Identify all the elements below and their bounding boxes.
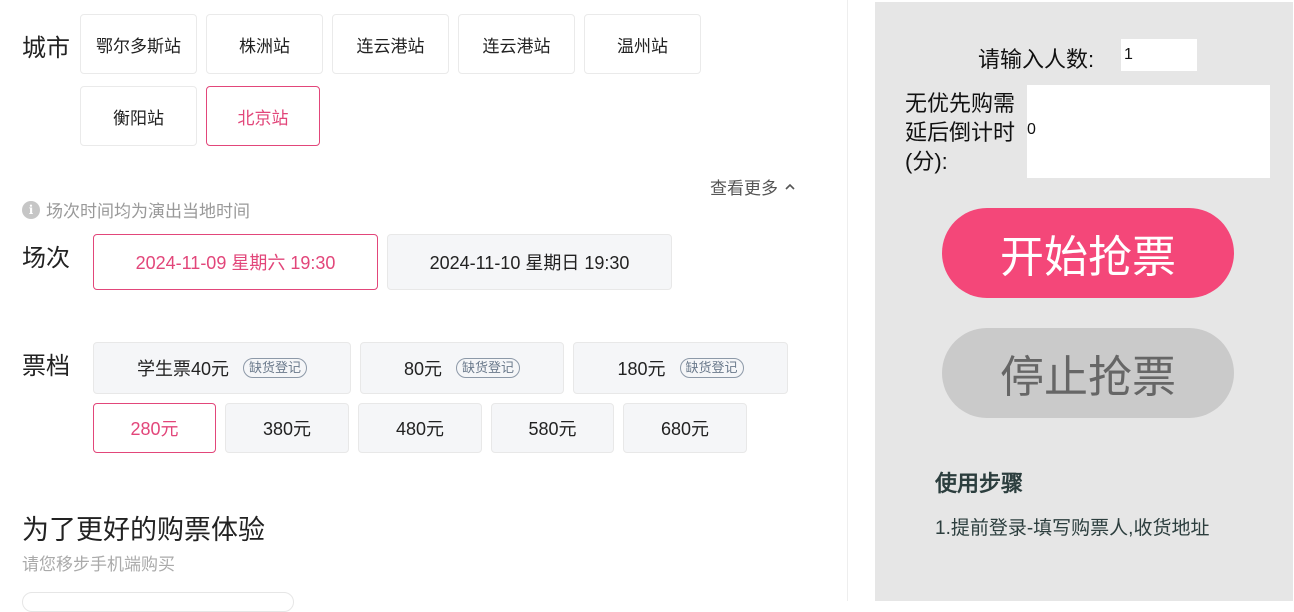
tier-option-380[interactable]: 380元 (225, 403, 349, 453)
city-option-zhuzhou[interactable]: 株洲站 (206, 14, 323, 74)
city-option-beijing[interactable]: 北京站 (206, 86, 320, 146)
delay-label-line: (分): (905, 149, 948, 174)
city-label: 城市 (22, 35, 70, 62)
usage-step: 1.提前登录-填写购票人,收货地址 (935, 518, 1210, 539)
stop-grab-button[interactable]: 停止抢票 (942, 328, 1234, 418)
view-more-label: 查看更多 (710, 179, 778, 198)
usage-steps-title: 使用步骤 (935, 471, 1024, 496)
promo-subtitle: 请您移步手机端购买 (22, 555, 175, 574)
tier-option-480[interactable]: 480元 (358, 403, 482, 453)
info-icon: i (22, 200, 40, 219)
vertical-divider (847, 0, 848, 601)
session-label: 场次 (22, 245, 70, 272)
promo-title: 为了更好的购票体验 (22, 515, 265, 545)
delay-label-line: 延后倒计时 (905, 120, 1016, 145)
people-count-input[interactable] (1121, 39, 1197, 71)
city-option-wenzhou[interactable]: 温州站 (584, 14, 701, 74)
delay-countdown-input[interactable]: 0 (1027, 85, 1270, 178)
tier-option-180[interactable]: 180元 缺货登记 (573, 342, 788, 394)
time-hint-text: 场次时间均为演出当地时间 (46, 202, 250, 221)
tier-price: 学生票40元 (136, 359, 229, 379)
start-grab-button[interactable]: 开始抢票 (942, 208, 1234, 298)
delay-countdown-label: 无优先购需 延后倒计时 (分): (905, 89, 1015, 176)
city-option-ordos[interactable]: 鄂尔多斯站 (80, 14, 197, 74)
app-download-button[interactable] (22, 592, 294, 612)
city-option-hengyang[interactable]: 衡阳站 (80, 86, 197, 146)
session-option-1109[interactable]: 2024-11-09 星期六 19:30 (93, 234, 378, 290)
tier-price: 80元 (403, 359, 442, 379)
city-option-lianyungang-2[interactable]: 连云港站 (458, 14, 575, 74)
people-count-label: 请输入人数: (978, 47, 1095, 72)
tier-option-80[interactable]: 80元 缺货登记 (360, 342, 564, 394)
tier-option-student-40[interactable]: 学生票40元 缺货登记 (93, 342, 351, 394)
tier-label: 票档 (22, 353, 70, 380)
session-option-1110[interactable]: 2024-11-10 星期日 19:30 (387, 234, 672, 290)
chevron-up-icon (785, 183, 795, 190)
out-of-stock-tag: 缺货登记 (243, 358, 308, 378)
out-of-stock-tag: 缺货登记 (679, 358, 744, 378)
delay-label-line: 无优先购需 (905, 91, 1016, 116)
tier-price: 180元 (617, 359, 666, 379)
tier-option-680[interactable]: 680元 (623, 403, 747, 453)
delay-countdown-value: 0 (1027, 121, 1036, 138)
out-of-stock-tag: 缺货登记 (456, 358, 521, 378)
city-option-lianyungang-1[interactable]: 连云港站 (332, 14, 449, 74)
grab-ticket-panel: 请输入人数: 无优先购需 延后倒计时 (分): 0 开始抢票 停止抢票 使用步骤… (875, 2, 1293, 601)
tier-option-280[interactable]: 280元 (93, 403, 216, 453)
tier-option-580[interactable]: 580元 (491, 403, 614, 453)
time-hint: i 场次时间均为演出当地时间 (22, 197, 250, 222)
view-more-link[interactable]: 查看更多 (710, 174, 796, 199)
